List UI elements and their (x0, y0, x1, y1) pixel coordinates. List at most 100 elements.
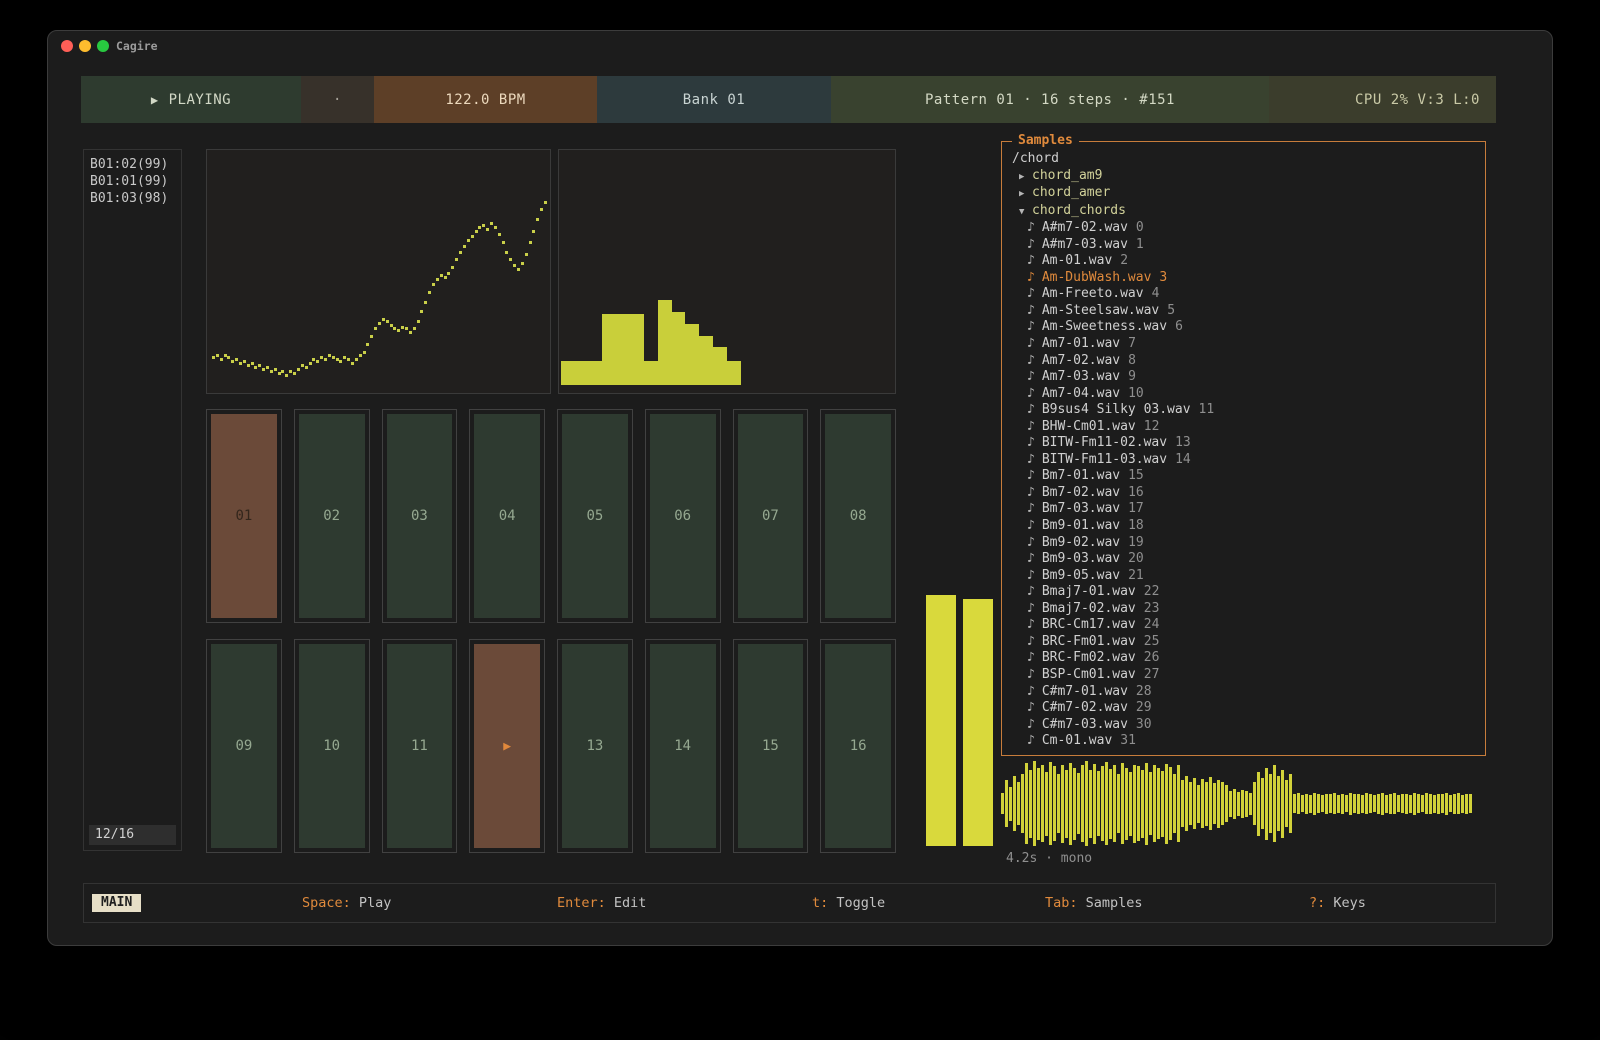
waveform-bar (1077, 773, 1080, 834)
sample-file[interactable]: ♪BHW-Cm01.wav12 (1012, 419, 1477, 436)
sample-file[interactable]: ♪Am7-03.wav9 (1012, 369, 1477, 386)
minimize-button[interactable] (79, 40, 91, 52)
scatter-dot (301, 364, 304, 367)
chevron-down-icon: ▼ (1019, 204, 1032, 221)
pad-16[interactable]: 16 (820, 639, 896, 853)
pad-02[interactable]: 02 (294, 409, 370, 623)
scatter-dot (532, 230, 535, 233)
waveform-bar (1229, 791, 1232, 817)
window-title: Cagire (116, 31, 158, 61)
waveform-bar (1385, 795, 1388, 813)
sample-file[interactable]: ♪BRC-Fm02.wav26 (1012, 650, 1477, 667)
waveform-bar (1389, 794, 1392, 814)
file-index: 17 (1128, 501, 1144, 516)
file-index: 2 (1120, 253, 1128, 268)
pad-label: 13 (586, 738, 603, 754)
scatter-dot (239, 362, 242, 365)
pad-05[interactable]: 05 (557, 409, 633, 623)
sample-file[interactable]: ♪Am-DubWash.wav3 (1012, 270, 1477, 287)
music-note-icon: ♪ (1027, 386, 1035, 401)
sample-file[interactable]: ♪Bmaj7-01.wav22 (1012, 584, 1477, 601)
sample-file[interactable]: ♪Bmaj7-02.wav23 (1012, 601, 1477, 618)
sample-file[interactable]: ♪BRC-Fm01.wav25 (1012, 634, 1477, 651)
music-note-icon: ♪ (1027, 237, 1035, 252)
bank-display[interactable]: Bank 01 (597, 76, 831, 123)
waveform-bar (1133, 765, 1136, 843)
pad-13[interactable]: 13 (557, 639, 633, 853)
music-note-icon: ♪ (1027, 452, 1035, 467)
sample-file[interactable]: ♪Am7-02.wav8 (1012, 353, 1477, 370)
file-name: Am7-03.wav (1042, 369, 1120, 384)
sample-file[interactable]: ♪Am-Freeto.wav4 (1012, 286, 1477, 303)
sample-file[interactable]: ♪Bm9-05.wav21 (1012, 568, 1477, 585)
sample-file[interactable]: ♪Am7-04.wav10 (1012, 386, 1477, 403)
sample-file[interactable]: ♪Bm9-01.wav18 (1012, 518, 1477, 535)
sample-file[interactable]: ♪BITW-Fm11-02.wav13 (1012, 435, 1477, 452)
pad-surface: 15 (738, 644, 804, 848)
waveform-bar (1137, 766, 1140, 841)
file-name: Am7-02.wav (1042, 353, 1120, 368)
hint-label: Toggle (828, 895, 885, 911)
pad-08[interactable]: 08 (820, 409, 896, 623)
sample-file[interactable]: ♪Bm7-02.wav16 (1012, 485, 1477, 502)
pattern-display[interactable]: Pattern 01 · 16 steps · #151 (831, 76, 1269, 123)
metronome-indicator: · (301, 76, 374, 123)
close-button[interactable] (61, 40, 73, 52)
pad-06[interactable]: 06 (645, 409, 721, 623)
scatter-dot (235, 358, 238, 361)
pad-15[interactable]: 15 (733, 639, 809, 853)
music-note-icon: ♪ (1027, 535, 1035, 550)
sample-file[interactable]: ♪A#m7-02.wav0 (1012, 220, 1477, 237)
vu-meter-right (963, 599, 993, 846)
transport-status[interactable]: ▶ PLAYING (81, 76, 301, 123)
scatter-dot (444, 276, 447, 279)
pad-14[interactable]: 14 (645, 639, 721, 853)
pad-surface: 01 (211, 414, 277, 618)
sample-file[interactable]: ♪BSP-Cm01.wav27 (1012, 667, 1477, 684)
music-note-icon: ♪ (1027, 568, 1035, 583)
sample-file[interactable]: ♪A#m7-03.wav1 (1012, 237, 1477, 254)
sample-file[interactable]: ♪C#m7-02.wav29 (1012, 700, 1477, 717)
scatter-dot (278, 372, 281, 375)
sample-file[interactable]: ♪Am-01.wav2 (1012, 253, 1477, 270)
file-index: 10 (1128, 386, 1144, 401)
waveform-bar (1281, 770, 1284, 838)
bpm-display[interactable]: 122.0 BPM (374, 76, 597, 123)
sample-folder[interactable]: ▼chord_chords (1012, 203, 1477, 221)
pad-10[interactable]: 10 (294, 639, 370, 853)
sample-file[interactable]: ♪C#m7-01.wav28 (1012, 684, 1477, 701)
sample-file[interactable]: ♪Cm-01.wav31 (1012, 733, 1477, 750)
sample-folder[interactable]: ▶chord_amer (1012, 185, 1477, 203)
file-index: 15 (1128, 468, 1144, 483)
sample-file[interactable]: ♪Bm9-03.wav20 (1012, 551, 1477, 568)
waveform-bar (1361, 795, 1364, 813)
pad-09[interactable]: 09 (206, 639, 282, 853)
sample-file[interactable]: ♪Bm7-01.wav15 (1012, 468, 1477, 485)
pad-01[interactable]: 01 (206, 409, 282, 623)
sample-file[interactable]: ♪B9sus4 Silky 03.wav11 (1012, 402, 1477, 419)
sample-file[interactable]: ♪BRC-Cm17.wav24 (1012, 617, 1477, 634)
sample-file[interactable]: ♪Am-Steelsaw.wav5 (1012, 303, 1477, 320)
sample-file[interactable]: ♪BITW-Fm11-03.wav14 (1012, 452, 1477, 469)
sample-file[interactable]: ♪Am7-01.wav7 (1012, 336, 1477, 353)
music-note-icon: ♪ (1027, 700, 1035, 715)
waveform-bar (1409, 795, 1412, 813)
sample-file[interactable]: ♪C#m7-03.wav30 (1012, 717, 1477, 734)
pad-11[interactable]: 11 (382, 639, 458, 853)
sample-folder[interactable]: ▶chord_am9 (1012, 168, 1477, 186)
pad-surface: 14 (650, 644, 716, 848)
waveform-bar (1337, 795, 1340, 813)
music-note-icon: ♪ (1027, 468, 1035, 483)
pad-12[interactable]: ▶ (469, 639, 545, 853)
sample-file[interactable]: ♪Bm7-03.wav17 (1012, 501, 1477, 518)
pad-surface: 13 (562, 644, 628, 848)
waveform-bar (1013, 776, 1016, 831)
waveform-bar (1029, 770, 1032, 838)
sample-file[interactable]: ♪Am-Sweetness.wav6 (1012, 319, 1477, 336)
pad-04[interactable]: 04 (469, 409, 545, 623)
chevron-right-icon: ▶ (1019, 186, 1032, 203)
sample-file[interactable]: ♪Bm9-02.wav19 (1012, 535, 1477, 552)
pad-03[interactable]: 03 (382, 409, 458, 623)
pad-07[interactable]: 07 (733, 409, 809, 623)
zoom-button[interactable] (97, 40, 109, 52)
